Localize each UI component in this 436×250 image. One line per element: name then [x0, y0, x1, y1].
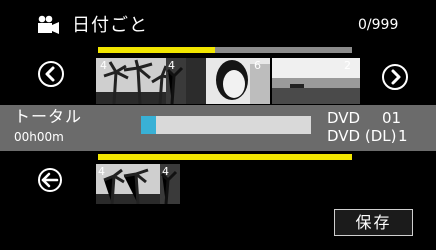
- scene-thumbnail-3[interactable]: 6: [186, 58, 270, 104]
- back-arrow-circle-icon: [41, 172, 59, 188]
- disc-count-dvd: 01: [382, 109, 402, 127]
- scene-thumbnail-2[interactable]: 4: [166, 58, 186, 104]
- thumbnail-number: 4: [168, 59, 175, 72]
- thumbnail-number: 4: [98, 165, 105, 178]
- previous-button[interactable]: [38, 61, 64, 87]
- disc-count-dvd-dl: 1: [398, 127, 408, 145]
- selected-thumbnail-1[interactable]: 4: [96, 164, 166, 204]
- selected-thumbnail-2[interactable]: 4: [160, 164, 180, 204]
- thumbnail-number: 4: [162, 165, 169, 178]
- thumbnail-number: 6: [254, 59, 261, 72]
- thumbnail-number: 2: [344, 59, 351, 72]
- chevron-left-circle-icon: [45, 66, 55, 82]
- scene-thumbnail-4[interactable]: 2: [272, 58, 360, 104]
- capacity-meter: [141, 116, 311, 134]
- scene-strip-progress-fill: [98, 47, 215, 53]
- selected-strip-bar: [98, 154, 352, 160]
- thumbnail-number: 4: [100, 59, 107, 72]
- total-label: トータル: [14, 107, 83, 126]
- chevron-right-circle-icon: [391, 69, 401, 85]
- scene-counter: 0/999: [358, 17, 399, 33]
- video-camera-icon: [36, 14, 60, 38]
- next-button[interactable]: [382, 64, 408, 90]
- disc-type-dvd: DVD: [327, 109, 361, 127]
- back-button[interactable]: [38, 168, 62, 192]
- scene-thumbnail-1[interactable]: 4: [96, 58, 176, 104]
- scene-strip-progress: [98, 47, 352, 53]
- page-title: 日付ごと: [72, 15, 148, 36]
- disc-type-dvd-dl: DVD (DL): [327, 127, 397, 145]
- total-time: 00h00m: [14, 130, 64, 144]
- capacity-meter-fill: [141, 116, 157, 134]
- save-button[interactable]: 保存: [334, 209, 413, 236]
